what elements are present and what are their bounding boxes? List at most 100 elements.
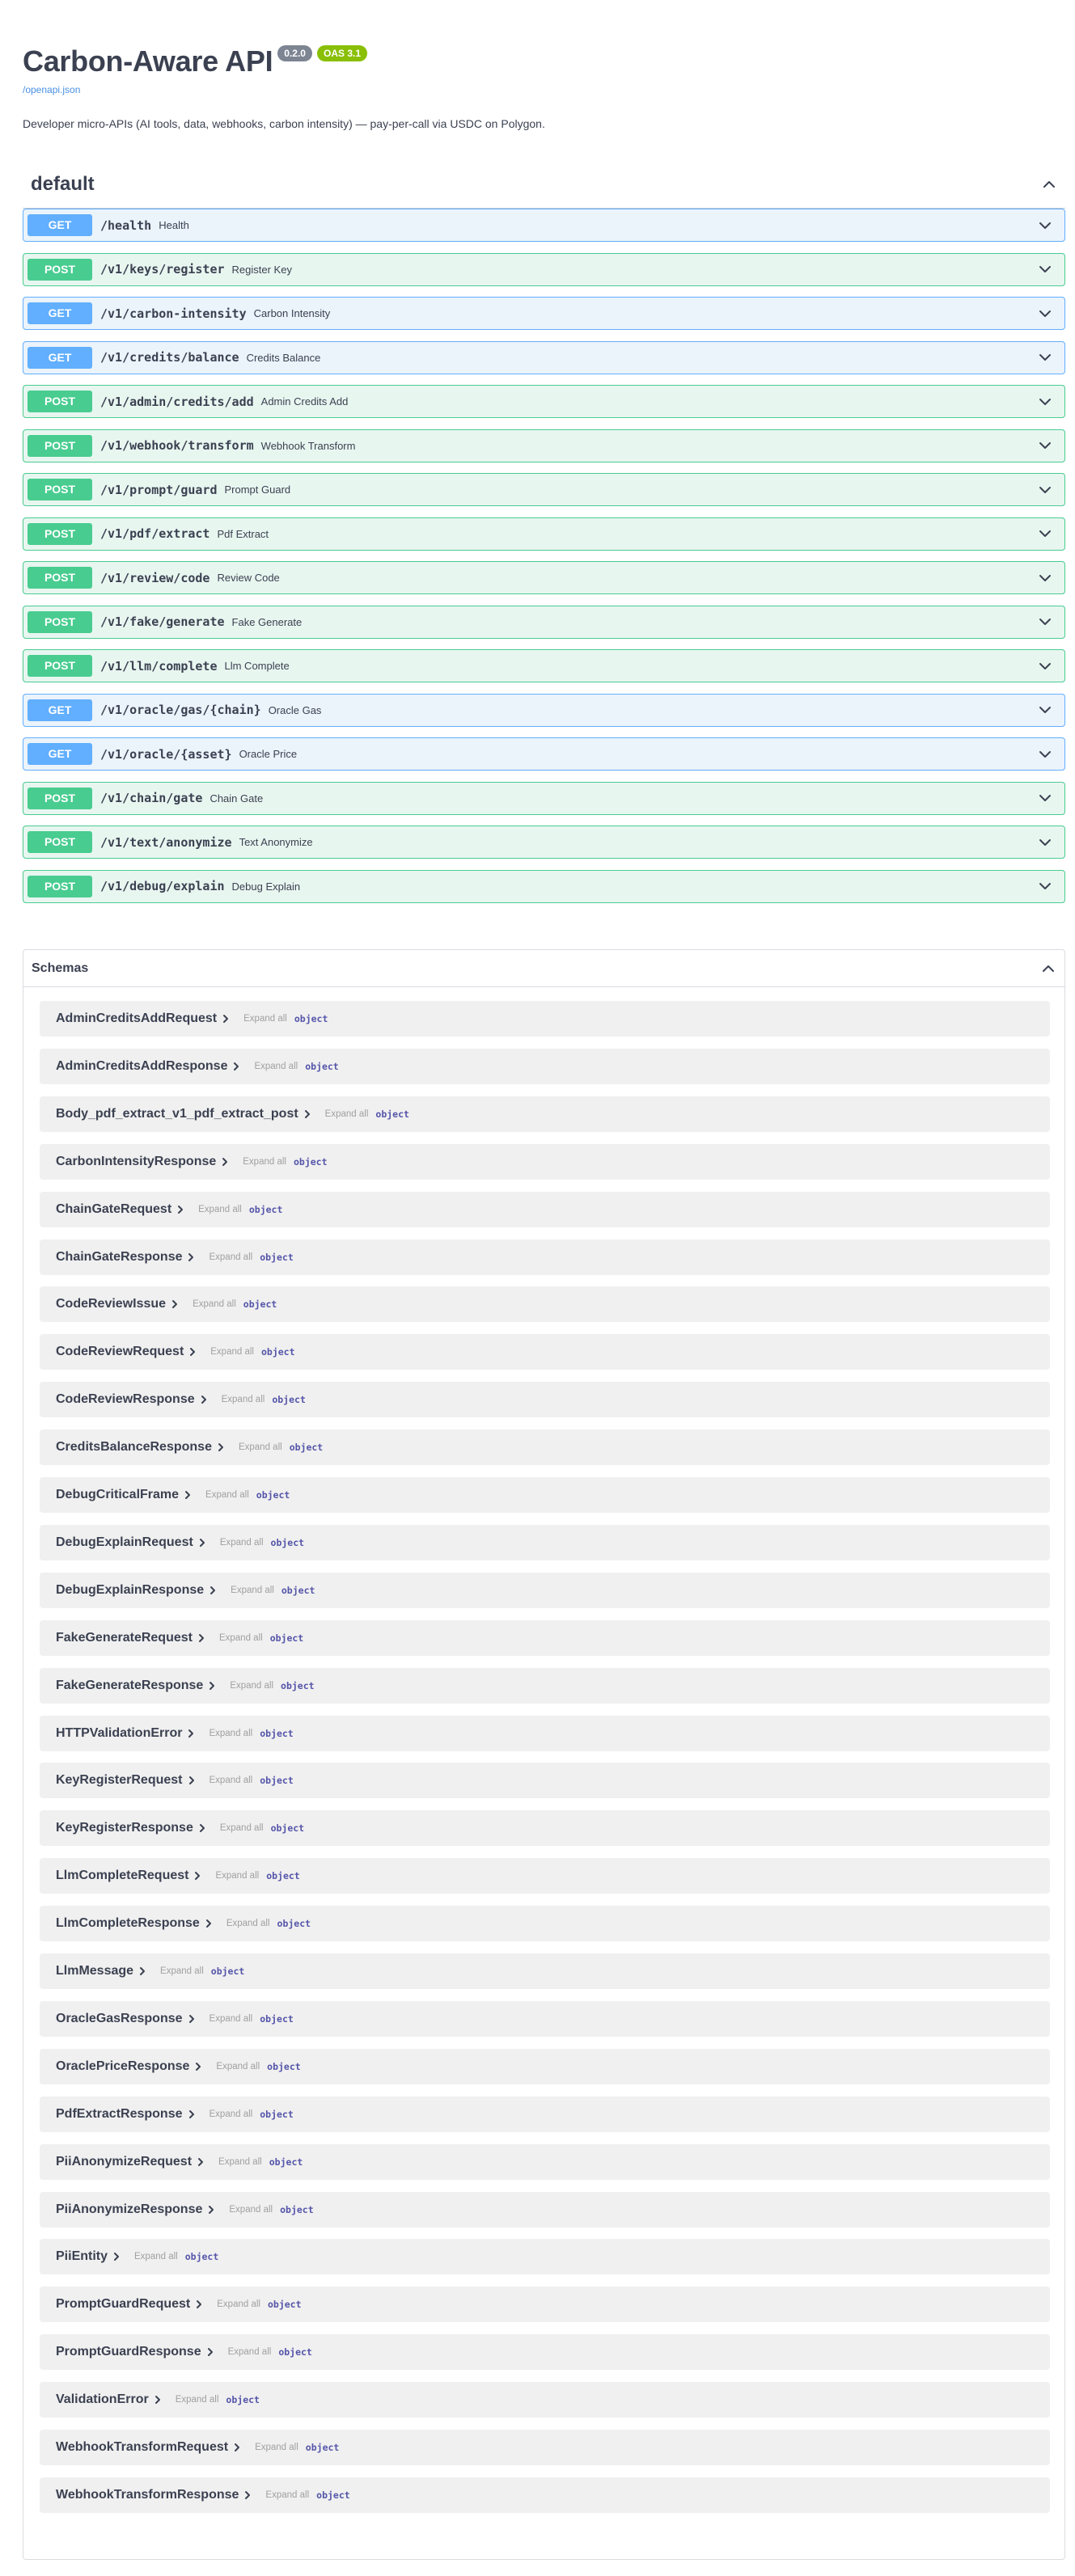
expand-all-button[interactable]: Expand all [222,1395,265,1404]
schema-model-name[interactable]: FakeGenerateRequest [56,1631,193,1645]
chevron-right-icon[interactable] [218,1155,231,1168]
chevron-down-icon[interactable] [1037,349,1053,365]
expand-all-button[interactable]: Expand all [134,2252,178,2261]
expand-all-button[interactable]: Expand all [243,1157,286,1167]
operation-row[interactable]: GET/v1/credits/balance Credits Balance [23,340,1065,374]
schema-model[interactable]: DebugExplainResponse Expand all object [40,1572,1050,1608]
expand-all-button[interactable]: Expand all [209,2109,253,2119]
schema-model[interactable]: LlmCompleteRequest Expand all object [40,1858,1050,1894]
schema-model-name[interactable]: KeyRegisterRequest [56,1773,183,1788]
chevron-right-icon[interactable] [186,1345,199,1358]
chevron-right-icon[interactable] [195,1632,208,1645]
chevron-right-icon[interactable] [241,2489,254,2502]
schema-model[interactable]: PdfExtractResponse Expand all object [40,2096,1050,2132]
chevron-right-icon[interactable] [301,1108,314,1121]
schema-model-name[interactable]: PiiAnonymizeRequest [56,2155,192,2169]
chevron-right-icon[interactable] [181,1489,194,1501]
expand-all-button[interactable]: Expand all [209,1729,252,1738]
operation-row[interactable]: POST/v1/text/anonymize Text Anonymize [23,826,1065,859]
chevron-right-icon[interactable] [185,2012,198,2025]
chevron-down-icon[interactable] [1037,482,1053,498]
schema-model[interactable]: ChainGateResponse Expand all object [40,1239,1050,1275]
operation-row[interactable]: POST/v1/pdf/extract Pdf Extract [23,517,1065,551]
expand-all-button[interactable]: Expand all [220,1538,264,1548]
expand-all-button[interactable]: Expand all [265,2490,309,2500]
chevron-down-icon[interactable] [1037,878,1053,894]
chevron-down-icon[interactable] [1037,570,1053,586]
chevron-up-icon[interactable] [1041,176,1057,192]
schema-model[interactable]: CodeReviewResponse Expand all object [40,1382,1050,1418]
schema-model[interactable]: OraclePriceResponse Expand all object [40,2048,1050,2084]
schema-model-name[interactable]: PdfExtractResponse [56,2107,183,2122]
chevron-right-icon[interactable] [206,1584,219,1597]
expand-all-button[interactable]: Expand all [229,2205,273,2215]
chevron-right-icon[interactable] [204,2346,217,2359]
chevron-down-icon[interactable] [1037,834,1053,851]
operation-row[interactable]: POST/v1/keys/register Register Key [23,252,1065,286]
expand-all-button[interactable]: Expand all [198,1205,242,1214]
expand-all-button[interactable]: Expand all [209,1252,252,1262]
operation-row[interactable]: POST/v1/webhook/transform Webhook Transfo… [23,429,1065,462]
schema-model[interactable]: WebhookTransformResponse Expand all object [40,2477,1050,2513]
schema-model-name[interactable]: OraclePriceResponse [56,2059,189,2074]
chevron-down-icon[interactable] [1037,746,1053,762]
schema-model-name[interactable]: ValidationError [56,2392,149,2407]
expand-all-button[interactable]: Expand all [215,1871,259,1881]
schema-model-name[interactable]: CodeReviewRequest [56,1345,184,1359]
chevron-right-icon[interactable] [196,1536,209,1549]
expand-all-button[interactable]: Expand all [228,2347,272,2357]
expand-all-button[interactable]: Expand all [210,1347,254,1357]
schema-model[interactable]: OracleGasResponse Expand all object [40,2000,1050,2037]
operation-row[interactable]: POST/v1/fake/generate Fake Generate [23,605,1065,639]
chevron-right-icon[interactable] [193,2298,205,2311]
chevron-right-icon[interactable] [184,1251,197,1264]
chevron-right-icon[interactable] [184,1727,197,1740]
schemas-header[interactable]: Schemas [23,950,1064,987]
expand-all-button[interactable]: Expand all [209,2014,253,2024]
expand-all-button[interactable]: Expand all [220,1823,264,1833]
chevron-down-icon[interactable] [1037,437,1053,454]
schema-model[interactable]: PiiAnonymizeRequest Expand all object [40,2143,1050,2180]
operation-row[interactable]: POST/v1/llm/complete Llm Complete [23,649,1065,682]
chevron-right-icon[interactable] [197,1393,210,1406]
expand-all-button[interactable]: Expand all [226,1919,270,1928]
schema-model-name[interactable]: LlmMessage [56,1964,133,1978]
schema-model[interactable]: KeyRegisterRequest Expand all object [40,1763,1050,1799]
schema-model-name[interactable]: Body_pdf_extract_v1_pdf_extract_post [56,1107,298,1121]
operation-row[interactable]: POST/v1/review/code Review Code [23,561,1065,594]
operation-row[interactable]: POST/v1/chain/gate Chain Gate [23,781,1065,815]
chevron-down-icon[interactable] [1037,614,1053,630]
operation-row[interactable]: GET/v1/oracle/{asset} Oracle Price [23,737,1065,771]
schema-model[interactable]: DebugExplainRequest Expand all object [40,1524,1050,1560]
schema-model-name[interactable]: OracleGasResponse [56,2012,183,2026]
chevron-right-icon[interactable] [214,1441,227,1454]
chevron-right-icon[interactable] [151,2393,164,2406]
expand-all-button[interactable]: Expand all [176,2395,219,2405]
chevron-down-icon[interactable] [1037,217,1053,234]
expand-all-button[interactable]: Expand all [205,1490,249,1500]
schema-model-name[interactable]: PromptGuardResponse [56,2345,201,2359]
schema-model-name[interactable]: AdminCreditsAddResponse [56,1059,227,1074]
expand-all-button[interactable]: Expand all [218,2157,262,2167]
schema-model-name[interactable]: PromptGuardRequest [56,2297,190,2312]
chevron-right-icon[interactable] [168,1298,181,1311]
schema-model-name[interactable]: AdminCreditsAddRequest [56,1011,217,1026]
expand-all-button[interactable]: Expand all [239,1442,282,1452]
schema-model[interactable]: PiiEntity Expand all object [40,2239,1050,2275]
expand-all-button[interactable]: Expand all [254,1062,298,1071]
chevron-right-icon[interactable] [230,1060,243,1073]
schema-model-name[interactable]: FakeGenerateResponse [56,1679,203,1693]
expand-all-button[interactable]: Expand all [231,1586,274,1595]
chevron-right-icon[interactable] [191,1869,204,1882]
schema-model[interactable]: Body_pdf_extract_v1_pdf_extract_post Expa… [40,1096,1050,1132]
schema-model[interactable]: CodeReviewRequest Expand all object [40,1334,1050,1370]
chevron-right-icon[interactable] [205,1679,218,1692]
expand-all-button[interactable]: Expand all [217,2299,260,2309]
schema-model[interactable]: WebhookTransformRequest Expand all object [40,2430,1050,2465]
schema-model-name[interactable]: CreditsBalanceResponse [56,1440,212,1455]
schema-model[interactable]: DebugCriticalFrame Expand all object [40,1477,1050,1513]
operation-row[interactable]: POST/v1/prompt/guard Prompt Guard [23,473,1065,506]
chevron-right-icon[interactable] [194,2156,207,2168]
expand-all-button[interactable]: Expand all [193,1299,236,1309]
schema-model-name[interactable]: ChainGateResponse [56,1250,182,1265]
